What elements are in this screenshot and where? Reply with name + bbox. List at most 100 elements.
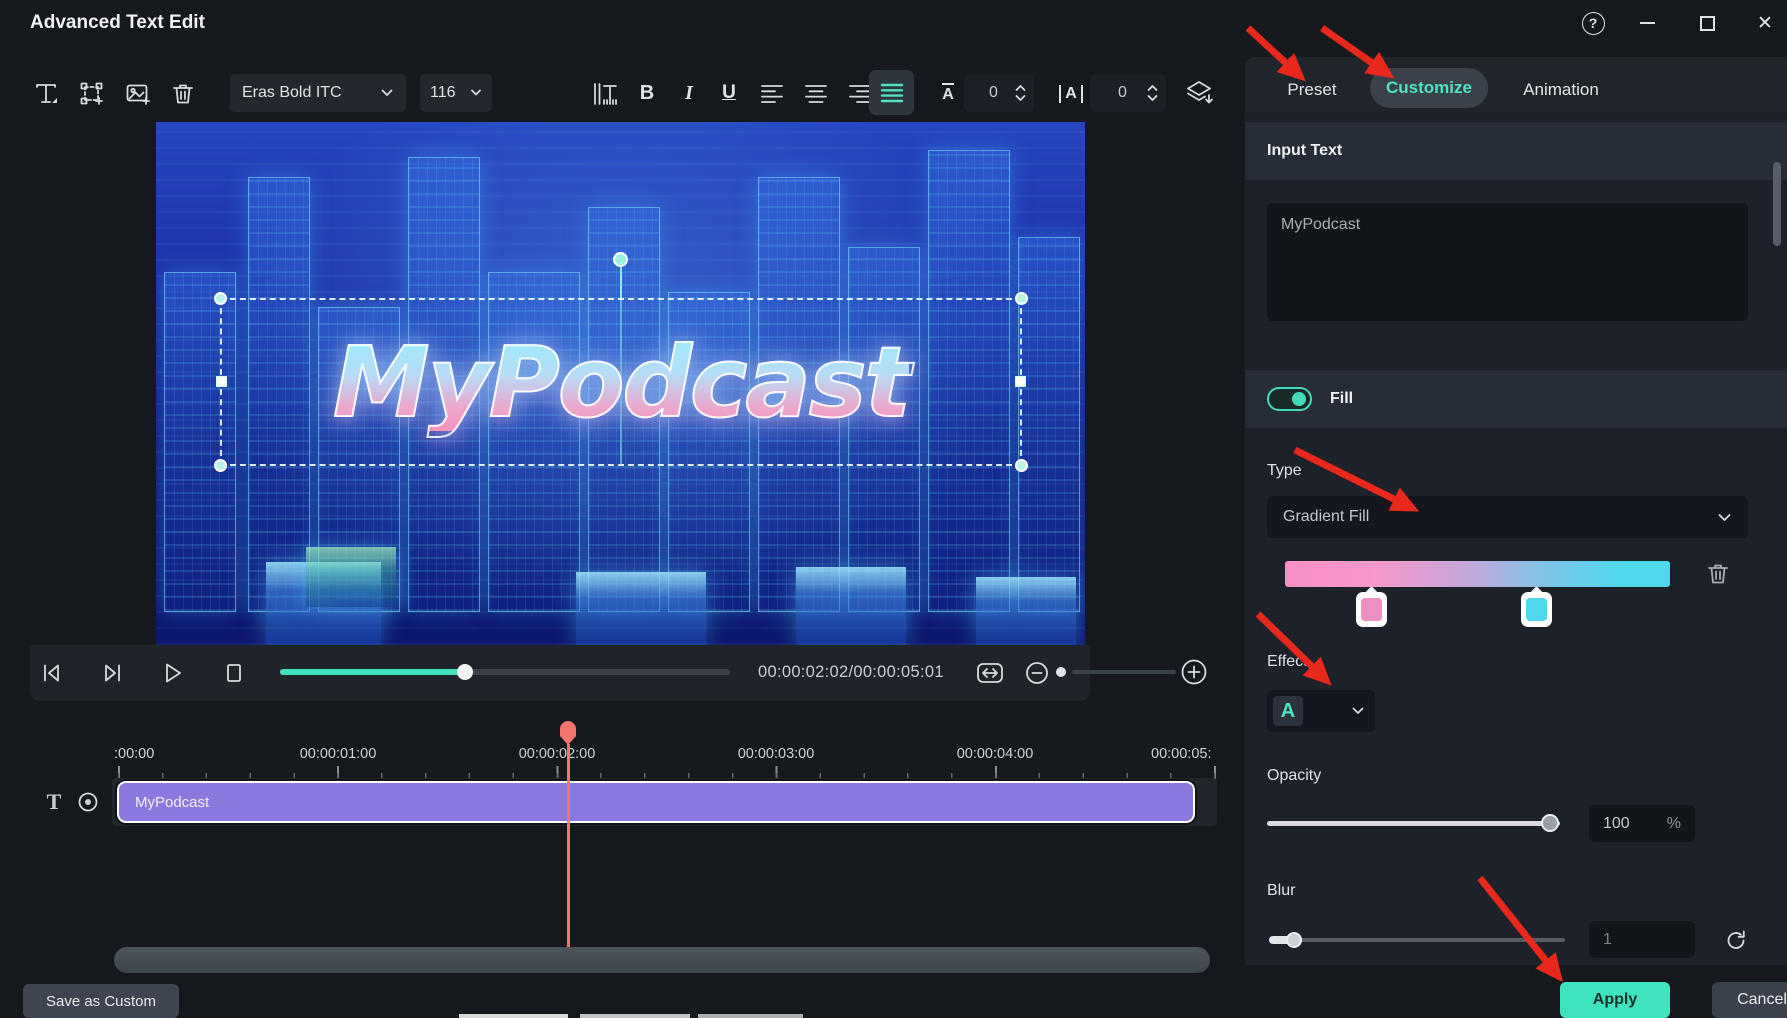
minimize-icon bbox=[1639, 22, 1655, 24]
text-clip-label: MyPodcast bbox=[135, 793, 210, 811]
line-spacing-input[interactable]: 0 bbox=[1090, 74, 1166, 112]
timeline-hscrollbar[interactable] bbox=[114, 947, 1210, 973]
tab-animation-label: Animation bbox=[1523, 80, 1599, 99]
timecode-display: 00:00:02:02/00:00:05:01 bbox=[758, 663, 944, 681]
effect-label: Effect bbox=[1267, 653, 1308, 670]
line-spacing-icon: A bbox=[1059, 84, 1083, 103]
save-as-custom-button[interactable]: Save as Custom bbox=[23, 984, 179, 1018]
align-center-button[interactable] bbox=[802, 81, 830, 107]
stop-button[interactable] bbox=[220, 659, 248, 687]
blur-slider-handle[interactable] bbox=[1286, 932, 1302, 948]
help-icon: ? bbox=[1581, 11, 1605, 35]
zoom-slider-handle[interactable] bbox=[1056, 667, 1066, 677]
gradient-stop-pink[interactable] bbox=[1356, 592, 1387, 627]
next-frame-button[interactable] bbox=[98, 659, 126, 687]
play-button[interactable] bbox=[158, 659, 186, 687]
playhead-line[interactable] bbox=[567, 744, 570, 956]
opacity-slider-handle[interactable] bbox=[1541, 814, 1559, 832]
char-spacing-button[interactable]: A bbox=[934, 80, 962, 107]
seek-slider-handle[interactable] bbox=[457, 664, 473, 680]
blur-reset-button[interactable] bbox=[1722, 926, 1750, 954]
justify-button[interactable] bbox=[869, 70, 914, 115]
track-visibility-button[interactable] bbox=[74, 788, 102, 816]
ruler-label-4: 00:00:04:00 bbox=[956, 746, 1034, 762]
taskbar-sliver bbox=[459, 1014, 568, 1018]
italic-button[interactable]: I bbox=[676, 79, 702, 107]
gradient-bar[interactable] bbox=[1285, 561, 1670, 587]
style-preset-button[interactable] bbox=[1184, 78, 1216, 108]
delete-text-button[interactable] bbox=[168, 79, 198, 109]
tab-customize[interactable]: Customize bbox=[1370, 68, 1488, 108]
maximize-icon bbox=[1699, 15, 1715, 31]
panel-scrollbar[interactable] bbox=[1773, 162, 1781, 246]
ruler-label-1: 00:00:01:00 bbox=[299, 746, 377, 762]
transform-icon bbox=[80, 82, 103, 105]
stepper-icon bbox=[1015, 85, 1026, 101]
opacity-slider-track[interactable] bbox=[1267, 821, 1560, 826]
transform-tool-button[interactable] bbox=[77, 79, 107, 109]
timeline-zoom-in-button[interactable] bbox=[1180, 658, 1208, 686]
close-button[interactable]: ✕ bbox=[1750, 8, 1780, 38]
tab-customize-label: Customize bbox=[1386, 78, 1472, 97]
eye-icon bbox=[78, 792, 98, 812]
apply-button[interactable]: Apply bbox=[1560, 982, 1670, 1018]
effect-select[interactable]: A bbox=[1267, 690, 1375, 732]
chevron-down-icon bbox=[1352, 707, 1364, 714]
blur-value-box[interactable]: 1 bbox=[1589, 921, 1695, 958]
window-title: Advanced Text Edit bbox=[30, 12, 205, 33]
char-spacing-input[interactable]: 0 bbox=[964, 74, 1034, 112]
vertical-text-icon bbox=[594, 83, 617, 105]
cancel-button[interactable]: Cancel bbox=[1712, 982, 1787, 1018]
vertical-text-button[interactable] bbox=[591, 80, 621, 108]
image-icon bbox=[126, 84, 150, 105]
font-size-value: 116 bbox=[430, 84, 456, 101]
add-image-button[interactable] bbox=[123, 79, 153, 109]
align-center-icon bbox=[805, 85, 827, 103]
blur-slider-track[interactable] bbox=[1269, 938, 1565, 942]
rotation-handle[interactable] bbox=[613, 252, 628, 267]
fit-to-window-button[interactable] bbox=[972, 658, 1008, 688]
effect-swatch: A bbox=[1273, 696, 1303, 726]
align-left-button[interactable] bbox=[758, 81, 786, 107]
play-icon bbox=[166, 663, 181, 683]
fill-type-value: Gradient Fill bbox=[1283, 508, 1370, 525]
line-spacing-value: 0 bbox=[1118, 84, 1127, 101]
bold-button[interactable]: B bbox=[634, 79, 660, 107]
blur-label: Blur bbox=[1267, 882, 1296, 899]
zoom-slider-track[interactable] bbox=[1072, 670, 1176, 674]
input-text-header: Input Text bbox=[1245, 122, 1787, 180]
minimize-button[interactable] bbox=[1632, 8, 1662, 38]
timeline-zoom-out-button[interactable] bbox=[1024, 660, 1050, 686]
maximize-button[interactable] bbox=[1692, 8, 1722, 38]
playhead-marker[interactable] bbox=[558, 720, 578, 746]
video-preview[interactable]: MyPodcast bbox=[156, 122, 1085, 645]
line-spacing-button[interactable]: A bbox=[1056, 80, 1086, 107]
fit-icon bbox=[977, 663, 1003, 683]
previous-frame-button[interactable] bbox=[38, 659, 66, 687]
fill-type-select[interactable]: Gradient Fill bbox=[1267, 496, 1748, 538]
underline-button[interactable]: U bbox=[716, 79, 742, 107]
taskbar-sliver bbox=[580, 1014, 690, 1018]
font-family-select[interactable]: Eras Bold ITC bbox=[230, 74, 406, 112]
help-button[interactable]: ? bbox=[1578, 8, 1608, 38]
ruler-label-5: 00:00:05: bbox=[1151, 746, 1212, 762]
preview-text-container[interactable]: MyPodcast bbox=[220, 298, 1022, 466]
char-spacing-icon: A bbox=[942, 83, 954, 104]
cancel-button-label: Cancel bbox=[1737, 991, 1787, 1008]
font-family-value: Eras Bold ITC bbox=[242, 84, 342, 101]
opacity-value-box[interactable]: 100 % bbox=[1589, 805, 1695, 842]
fill-label: Fill bbox=[1330, 390, 1354, 407]
tab-preset[interactable]: Preset bbox=[1268, 75, 1356, 105]
chevron-down-icon bbox=[471, 89, 481, 96]
trash-icon bbox=[1708, 564, 1728, 584]
text-clip[interactable]: MyPodcast bbox=[117, 781, 1195, 823]
justify-icon bbox=[880, 83, 903, 102]
delete-gradient-stop-button[interactable] bbox=[1704, 560, 1732, 588]
fill-toggle[interactable] bbox=[1267, 387, 1312, 411]
font-size-select[interactable]: 116 bbox=[420, 74, 492, 112]
track-type-button: T bbox=[40, 788, 68, 816]
input-text-field[interactable]: MyPodcast bbox=[1267, 203, 1748, 321]
text-tool-button[interactable] bbox=[31, 79, 61, 109]
tab-animation[interactable]: Animation bbox=[1506, 75, 1616, 105]
gradient-stop-cyan[interactable] bbox=[1521, 592, 1552, 627]
